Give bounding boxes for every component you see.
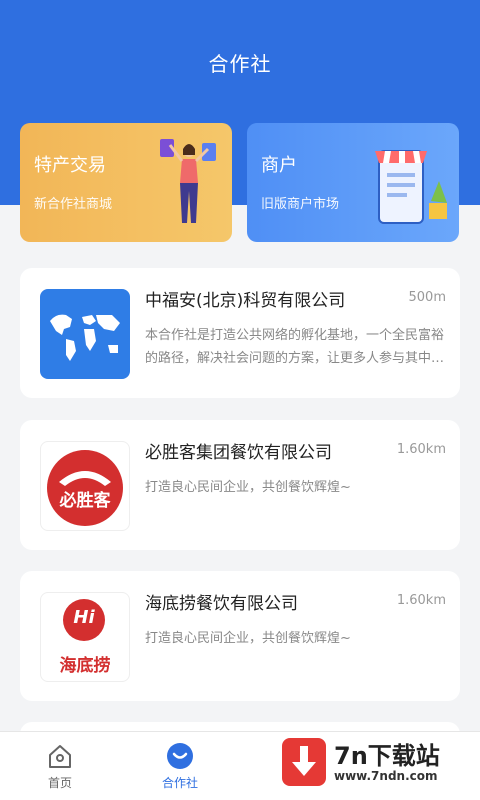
company-card[interactable]: 必胜客 必胜客集团餐饮有限公司 1.60km 打造良心民间企业，共创餐饮辉煌~ bbox=[20, 420, 460, 550]
store-phone-illustration bbox=[375, 150, 447, 224]
download-icon bbox=[282, 738, 326, 786]
world-map-icon bbox=[50, 314, 120, 361]
shopping-woman-illustration bbox=[160, 139, 216, 223]
distance-label: 1.60km bbox=[396, 442, 446, 457]
logo-mark-text: Hi bbox=[73, 607, 95, 628]
tab-cooperative[interactable]: 合作社 bbox=[120, 732, 240, 800]
promo-merchant[interactable]: 商户 旧版商户市场 bbox=[247, 123, 459, 242]
promo-specialty-trade[interactable]: 特产交易 新合作社商城 bbox=[20, 123, 232, 242]
watermark: 7n下载站 www.7ndn.com bbox=[282, 736, 468, 790]
company-card[interactable]: 中福安(北京)科贸有限公司 500m 本合作社是打造公共网络的孵化基地，一个全民… bbox=[20, 268, 460, 398]
haidilao-logo: Hi 海底捞 bbox=[40, 592, 130, 682]
watermark-title: 7n下载站 bbox=[334, 742, 440, 770]
company-card[interactable]: Hi 海底捞 海底捞餐饮有限公司 1.60km 打造良心民间企业，共创餐饮辉煌~ bbox=[20, 571, 460, 701]
company-name: 必胜客集团餐饮有限公司 bbox=[145, 443, 332, 463]
watermark-url: www.7ndn.com bbox=[334, 769, 438, 783]
world-map-logo bbox=[40, 289, 130, 379]
company-description: 本合作社是打造公共网络的孵化基地，一个全民富裕的路径，解决社会问题的方案，让更多… bbox=[145, 328, 445, 366]
distance-label: 1.60km bbox=[396, 593, 446, 608]
tab-label: 首页 bbox=[47, 776, 72, 790]
tab-home[interactable]: 首页 bbox=[0, 732, 120, 800]
logo-text: 必胜客 bbox=[59, 491, 111, 511]
company-name: 中福安(北京)科贸有限公司 bbox=[145, 291, 346, 311]
company-description: 打造良心民间企业，共创餐饮辉煌~ bbox=[145, 480, 351, 495]
logo-text: 海底捞 bbox=[59, 656, 111, 676]
home-icon bbox=[49, 745, 71, 768]
company-description: 打造良心民间企业，共创餐饮辉煌~ bbox=[145, 631, 351, 646]
pizzahut-logo: 必胜客 bbox=[40, 441, 130, 531]
cooperative-icon bbox=[167, 743, 193, 769]
page-title: 合作社 bbox=[208, 52, 272, 76]
tab-label: 合作社 bbox=[161, 776, 198, 790]
distance-label: 500m bbox=[408, 290, 446, 305]
company-name: 海底捞餐饮有限公司 bbox=[145, 594, 298, 614]
